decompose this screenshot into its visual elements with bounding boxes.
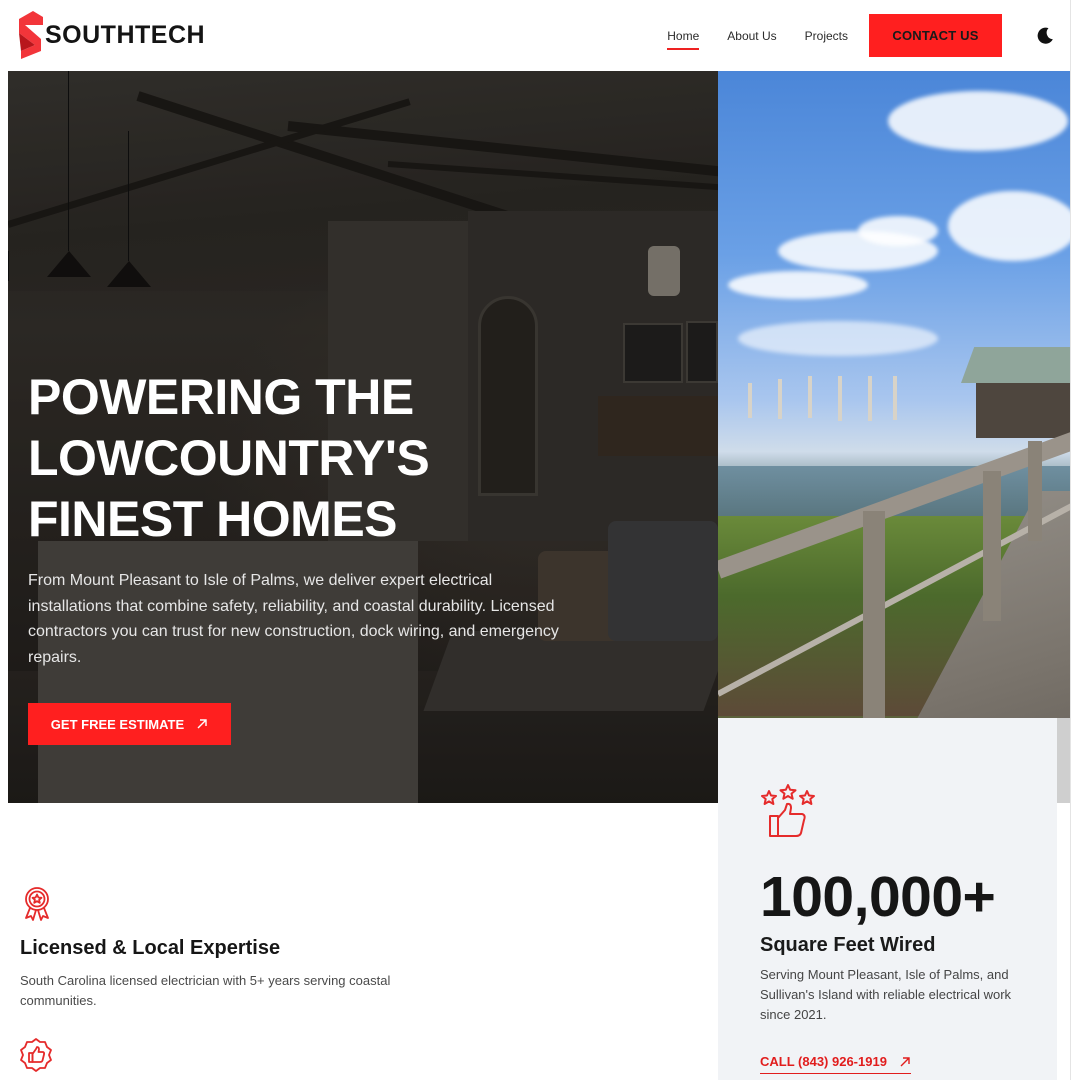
contact-us-button[interactable]: CONTACT US: [869, 14, 1002, 57]
viewport-edge: [1070, 0, 1080, 1080]
thumbs-up-badge-icon: [20, 1038, 52, 1072]
nav-item-projects[interactable]: Projects: [805, 25, 848, 47]
nav-item-about-us[interactable]: About Us: [727, 25, 776, 47]
brand-logo[interactable]: SOUTHTECH: [19, 10, 205, 60]
feature-description-licensed: South Carolina licensed electrician with…: [20, 973, 391, 1008]
arrow-up-right-icon: [900, 1056, 910, 1066]
get-free-estimate-button[interactable]: GET FREE ESTIMATE: [28, 703, 231, 745]
southtech-s-logo-icon: [19, 11, 43, 59]
stars-thumbs-up-icon: [761, 784, 815, 837]
hero-description: From Mount Pleasant to Isle of Palms, we…: [28, 572, 559, 666]
brand-name: SOUTHTECH: [45, 20, 206, 49]
stat-label: Square Feet Wired: [760, 934, 936, 956]
nav-item-home[interactable]: Home: [667, 25, 700, 50]
hero-title-line-2: LOWCOUNTRY'S: [28, 430, 430, 486]
dark-mode-toggle[interactable]: [1034, 25, 1056, 47]
stat-description: Serving Mount Pleasant, Isle of Palms, a…: [760, 967, 1012, 1022]
site-header: SOUTHTECH Home About Us Projects CONTACT…: [0, 0, 1080, 71]
get-free-estimate-label: GET FREE ESTIMATE: [50, 716, 185, 732]
hero-title: POWERING THE LOWCOUNTRY'S FINEST HOMES: [28, 367, 448, 550]
dock-photo: [718, 71, 1070, 803]
hero-section: POWERING THE LOWCOUNTRY'S FINEST HOMES F…: [8, 71, 718, 803]
hero-title-line-1: POWERING THE: [28, 369, 414, 425]
stat-number: 100,000+: [760, 865, 996, 929]
hero-title-line-3: FINEST HOMES: [28, 491, 398, 547]
arrow-up-right-icon: [197, 719, 207, 729]
award-ribbon-icon: [25, 887, 49, 921]
call-phone-link[interactable]: CALL (843) 926-1919: [760, 1054, 911, 1074]
call-phone-label: CALL (843) 926-1919: [760, 1054, 887, 1069]
stats-card: 100,000+ Square Feet Wired Serving Mount…: [718, 718, 1057, 1080]
moon-icon: [1037, 27, 1053, 44]
main-nav: Home About Us Projects CONTACT US: [667, 0, 1080, 71]
photo-edge-strip: [1057, 718, 1070, 803]
feature-title-licensed: Licensed & Local Expertise: [20, 937, 281, 959]
